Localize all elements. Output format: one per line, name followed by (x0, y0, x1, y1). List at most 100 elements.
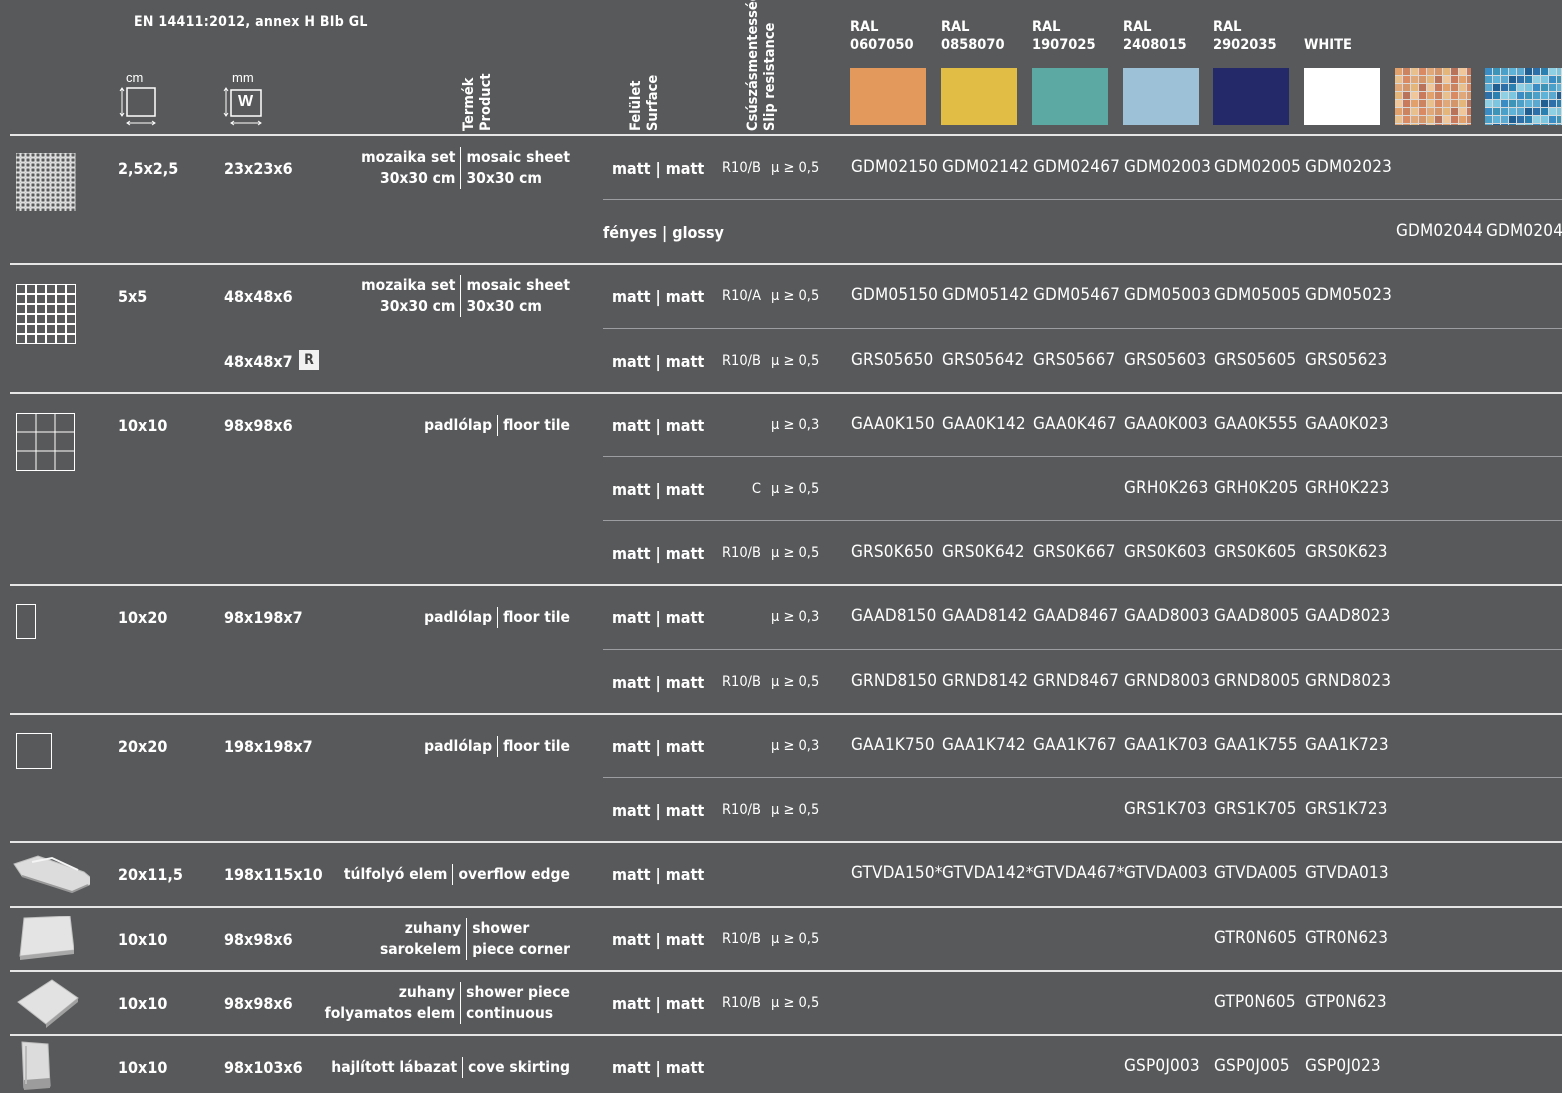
slip-class: R10/B (721, 160, 761, 176)
slip-class: R10/B (721, 802, 761, 818)
slip-mu: μ ≥ 0,5 (771, 160, 820, 176)
product-code: GTP0N605 (1214, 992, 1296, 1012)
product-name-en: floor tile (498, 736, 570, 757)
slip-header-hu: Csúszásmentesség (745, 0, 761, 131)
row-divider (10, 392, 1562, 394)
row-divider (603, 456, 1562, 457)
product-name-en: overflow edge (453, 864, 570, 885)
size-mm: 198x115x10 (224, 865, 323, 884)
size-cm-icon: cm (118, 70, 160, 128)
size-mm: 98x98x6 (224, 994, 293, 1013)
slip-class: R10/B (721, 353, 761, 369)
w-label: W (238, 93, 254, 110)
color-header-line2: 2902035 (1213, 37, 1277, 53)
row-divider (10, 263, 1562, 265)
product-code: GRH0K223 (1305, 478, 1390, 498)
product-hu-line: mozaika set (361, 276, 456, 294)
product-hu-line: 30x30 cm (380, 297, 456, 315)
product-en-line: mosaic sheet (466, 276, 570, 294)
product-code: GTVDA142* (942, 863, 1034, 883)
product-code: GRS0K642 (942, 542, 1025, 562)
slip-class: C (751, 481, 761, 497)
product-hu-line: padlólap (424, 608, 493, 626)
product-code: GRS0K667 (1033, 542, 1116, 562)
product-code: GRS0K605 (1214, 542, 1297, 562)
product-code: GTVDA013 (1305, 863, 1389, 883)
color-swatch (1485, 68, 1562, 125)
surface: matt | matt (612, 544, 705, 563)
product-code: GDM05467 (1033, 285, 1121, 305)
slip-mu: μ ≥ 0,3 (771, 609, 820, 625)
product-hu-line: padlólap (424, 416, 493, 434)
size-mm: 98x98x6 (224, 416, 293, 435)
row-divider (10, 584, 1562, 586)
product-code: GTR0N623 (1305, 928, 1389, 948)
product-en-line: piece corner (472, 940, 570, 958)
product-header-en: Product (478, 73, 494, 131)
row-divider (10, 970, 1562, 972)
product-code: GAA1K750 (851, 735, 935, 755)
product-code: GDM02044 (1396, 221, 1484, 241)
size-cm: 5x5 (118, 287, 148, 306)
color-swatch (1213, 68, 1289, 125)
color-header-line1: RAL (1213, 19, 1242, 35)
color-swatch (850, 68, 926, 125)
surface: matt | matt (612, 801, 705, 820)
slip-mu: μ ≥ 0,5 (771, 481, 820, 497)
product-code: GAA1K723 (1305, 735, 1389, 755)
header-divider (10, 134, 1562, 136)
color-header: RAL 0858070 (941, 18, 1005, 54)
row-divider (10, 841, 1562, 843)
surface: matt | matt (612, 930, 705, 949)
shower-corner-icon (19, 916, 74, 960)
color-header-line1: RAL (1123, 19, 1152, 35)
size-mm: 23x23x6 (224, 159, 293, 178)
product-code: GRND8142 (942, 671, 1029, 691)
product-code: GDM05003 (1124, 285, 1212, 305)
product-code: GAAD8142 (942, 606, 1028, 626)
slip-column-header: Csúszásmentesség Slip resistance (745, 0, 779, 131)
product-code: GRS05642 (942, 350, 1025, 370)
product-code: GRS1K723 (1305, 799, 1388, 819)
product-name: mozaika set 30x30 cm mosaic sheet 30x30 cm (361, 147, 570, 189)
size-cm: 20x11,5 (118, 865, 183, 884)
product-name: túlfolyó elem overflow edge (344, 864, 570, 885)
product-code: GDM02005 (1214, 157, 1302, 177)
product-name-hu: padlólap (424, 607, 499, 628)
slip-mu: μ ≥ 0,3 (771, 417, 820, 433)
product-code: GTR0N605 (1214, 928, 1298, 948)
product-name-hu: zuhany folyamatos elem (325, 982, 462, 1024)
product-code: GDM05005 (1214, 285, 1302, 305)
product-en-line: continuous (466, 1004, 554, 1022)
product-en-line: shower piece (466, 983, 570, 1001)
size-mm: 98x98x6 (224, 930, 293, 949)
product-hu-line: zuhany (404, 919, 462, 937)
product-header-hu: Termék (461, 77, 477, 131)
product-name-en: floor tile (498, 415, 570, 436)
product-en-line: floor tile (503, 416, 570, 434)
product-code: GSP0J005 (1214, 1056, 1290, 1076)
product-code: GRS0K623 (1305, 542, 1388, 562)
surface: fényes | glossy (603, 223, 724, 242)
product-code: GAA0K003 (1124, 414, 1208, 434)
shower-continuous-icon (17, 979, 79, 1028)
slip-mu: μ ≥ 0,5 (771, 545, 820, 561)
size-mm: 198x198x7 (224, 737, 313, 756)
cove-skirting-icon (21, 1041, 51, 1090)
surface: matt | matt (612, 352, 705, 371)
product-name: padlólap floor tile (424, 415, 570, 436)
surface: matt | matt (612, 287, 705, 306)
color-header: RAL 1907025 (1032, 18, 1096, 54)
color-header: RAL 0607050 (850, 18, 914, 54)
product-name: padlólap floor tile (424, 736, 570, 757)
product-en-line: shower (472, 919, 530, 937)
slip-class: R10/B (721, 931, 761, 947)
product-hu-line: túlfolyó elem (343, 865, 448, 883)
product-code: GAA1K767 (1033, 735, 1117, 755)
product-code: GAAD8150 (851, 606, 937, 626)
product-code: GRND8023 (1305, 671, 1392, 691)
surface: matt | matt (612, 159, 705, 178)
mosaic-medium-icon (16, 284, 76, 344)
product-code: GRH0K263 (1124, 478, 1209, 498)
product-code: GRH0K205 (1214, 478, 1299, 498)
